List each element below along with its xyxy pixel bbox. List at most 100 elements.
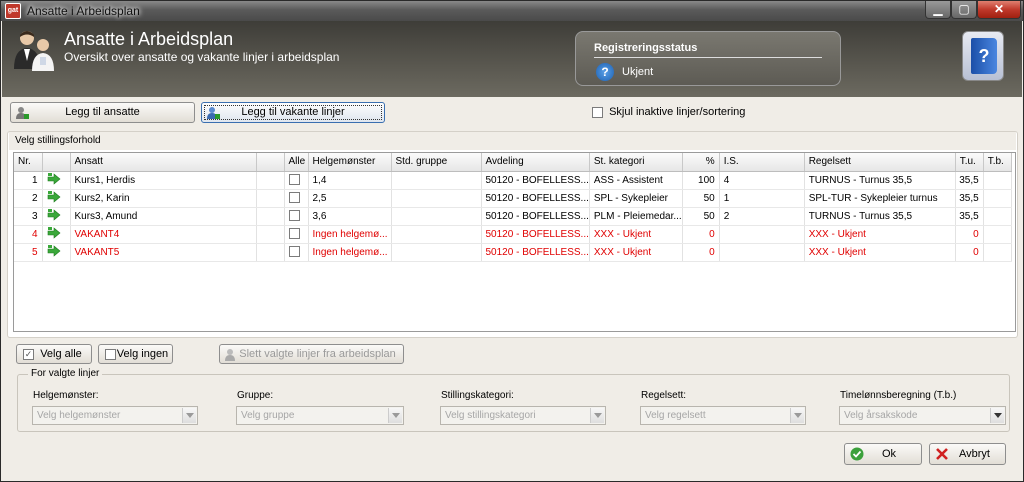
employment-grid: Nr. Ansatt Alle Helgemønster Std. gruppe Avde… xyxy=(13,152,1016,332)
cell-all[interactable] xyxy=(284,243,309,262)
empty-cell xyxy=(256,279,284,297)
empty-cell xyxy=(284,261,308,279)
status-value: Ukjent xyxy=(622,66,654,78)
select-none-button[interactable]: Velg ingen xyxy=(98,344,173,364)
column-header-col-tb[interactable]: T.b. xyxy=(983,153,1012,172)
delete-selected-button[interactable]: Slett valgte linjer fra arbeidsplan xyxy=(219,344,404,364)
page-subtitle: Oversikt over ansatte og vakante linjer … xyxy=(64,50,340,64)
chevron-down-icon xyxy=(590,408,604,423)
row-select-checkbox[interactable] xyxy=(288,192,300,204)
add-vacant-label: Legg til vakante linjer xyxy=(241,106,345,118)
column-header-col-nr[interactable]: Nr. xyxy=(14,153,43,172)
position-category-placeholder: Velg stillingskategori xyxy=(445,410,536,421)
column-header-col-department[interactable]: Avdeling xyxy=(481,153,590,172)
empty-cell xyxy=(256,261,284,279)
cell-department: 50120 - BOFELLESS... xyxy=(481,243,590,262)
group-select[interactable]: Velg gruppe xyxy=(236,406,404,425)
cancel-x-icon xyxy=(936,448,948,460)
column-header-col-is[interactable]: I.S. xyxy=(719,153,805,172)
minimize-button[interactable]: ▁ xyxy=(925,1,951,19)
cell-percent: 50 xyxy=(682,189,720,208)
cell-blank xyxy=(256,243,285,262)
hide-inactive-checkbox[interactable] xyxy=(592,106,603,118)
delete-selected-label: Slett valgte linjer fra arbeidsplan xyxy=(239,348,396,360)
select-all-button[interactable]: ✓ Velg alle xyxy=(16,344,92,364)
empty-cell xyxy=(804,297,955,315)
chevron-down-icon xyxy=(790,408,804,423)
column-header-col-category[interactable]: St. kategori xyxy=(589,153,683,172)
column-header-col-percent[interactable]: % xyxy=(682,153,720,172)
cell-category: XXX - Ukjent xyxy=(589,225,683,244)
position-category-select[interactable]: Velg stillingskategori xyxy=(440,406,606,425)
cell-all[interactable] xyxy=(284,207,309,226)
close-button[interactable]: ✕ xyxy=(977,1,1021,19)
cell-tu: 35,5 xyxy=(955,171,984,190)
status-divider xyxy=(594,57,822,58)
cell-blank xyxy=(256,225,285,244)
column-header-col-ruleset[interactable]: Regelsett xyxy=(804,153,956,172)
column-header-col-icon[interactable] xyxy=(42,153,71,172)
select-none-check-icon xyxy=(105,349,116,360)
cell-all[interactable] xyxy=(284,171,309,190)
cell-percent: 100 xyxy=(682,171,720,190)
add-vacant-lines-button[interactable]: Legg til vakante linjer xyxy=(201,102,385,123)
row-select-checkbox[interactable] xyxy=(288,246,300,258)
cell-ruleset: XXX - Ukjent xyxy=(804,225,956,244)
empty-cell xyxy=(481,261,589,279)
page-title: Ansatte i Arbeidsplan xyxy=(64,29,234,49)
help-button[interactable]: ? xyxy=(962,31,1004,81)
employment-group-label: Velg stillingsforhold xyxy=(15,135,101,146)
column-header-col-employee[interactable]: Ansatt xyxy=(70,153,257,172)
table-row[interactable]: 5 VAKANT5 Ingen helgemø... 50120 - BOFELLES… xyxy=(14,243,1012,262)
empty-cell xyxy=(589,279,682,297)
empty-cell xyxy=(589,261,682,279)
select-all-check-icon: ✓ xyxy=(23,349,34,360)
status-title: Registreringsstatus xyxy=(594,42,698,54)
empty-cell xyxy=(804,279,955,297)
hide-inactive-option[interactable]: Skjul inaktive linjer/sortering xyxy=(592,106,745,118)
column-header-col-weekend-pattern[interactable]: Helgemønster xyxy=(308,153,392,172)
empty-cell xyxy=(682,261,719,279)
cell-tu: 35,5 xyxy=(955,207,984,226)
empty-cell xyxy=(284,297,308,315)
position-category-label: Stillingskategori: xyxy=(441,390,514,401)
table-row[interactable]: 3 Kurs3, Amund 3,6 50120 - BOFELLESS... PLM … xyxy=(14,207,1012,226)
empty-cell xyxy=(284,279,308,297)
column-header-col-all[interactable]: Alle xyxy=(284,153,309,172)
empty-cell xyxy=(955,261,983,279)
maximize-button[interactable]: ▢ xyxy=(951,1,977,19)
cell-all[interactable] xyxy=(284,225,309,244)
cell-percent: 0 xyxy=(682,243,720,262)
ruleset-select[interactable]: Velg regelsett xyxy=(640,406,806,425)
add-employees-button[interactable]: Legg til ansatte xyxy=(10,102,195,123)
table-row[interactable]: 1 Kurs1, Herdis 1,4 50120 - BOFELLESS... ASS… xyxy=(14,171,1012,190)
cell-blank xyxy=(256,171,285,190)
cell-is xyxy=(719,243,805,262)
cell-tb xyxy=(983,207,1012,226)
cell-nr: 4 xyxy=(14,225,43,244)
hourly-wage-select[interactable]: Velg årsakskode xyxy=(839,406,1006,425)
table-row[interactable]: 2 Kurs2, Karin 2,5 50120 - BOFELLESS... SPL … xyxy=(14,189,1012,208)
row-select-checkbox[interactable] xyxy=(288,228,300,240)
cell-icon xyxy=(42,171,71,190)
cell-weekend-pattern: Ingen helgemø... xyxy=(308,225,392,244)
row-select-checkbox[interactable] xyxy=(288,210,300,222)
weekend-pattern-select[interactable]: Velg helgemønster xyxy=(32,406,198,425)
cancel-button[interactable]: Avbryt xyxy=(929,443,1006,465)
column-header-col-tu[interactable]: T.u. xyxy=(955,153,984,172)
empty-cell xyxy=(391,297,481,315)
empty-cell xyxy=(70,297,256,315)
help-book-icon: ? xyxy=(971,38,997,74)
select-all-label: Velg alle xyxy=(40,348,82,360)
row-select-checkbox[interactable] xyxy=(288,174,300,186)
cell-all[interactable] xyxy=(284,189,309,208)
column-header-col-blank[interactable] xyxy=(256,153,285,172)
ok-button[interactable]: Ok xyxy=(844,443,922,465)
weekend-pattern-placeholder: Velg helgemønster xyxy=(37,410,121,421)
table-row[interactable]: 4 VAKANT4 Ingen helgemø... 50120 - BOFELLES… xyxy=(14,225,1012,244)
add-employee-icon xyxy=(16,107,29,119)
column-header-col-std-group[interactable]: Std. gruppe xyxy=(391,153,482,172)
ok-label: Ok xyxy=(881,448,897,460)
green-arrow-icon xyxy=(47,226,60,239)
cell-nr: 5 xyxy=(14,243,43,262)
